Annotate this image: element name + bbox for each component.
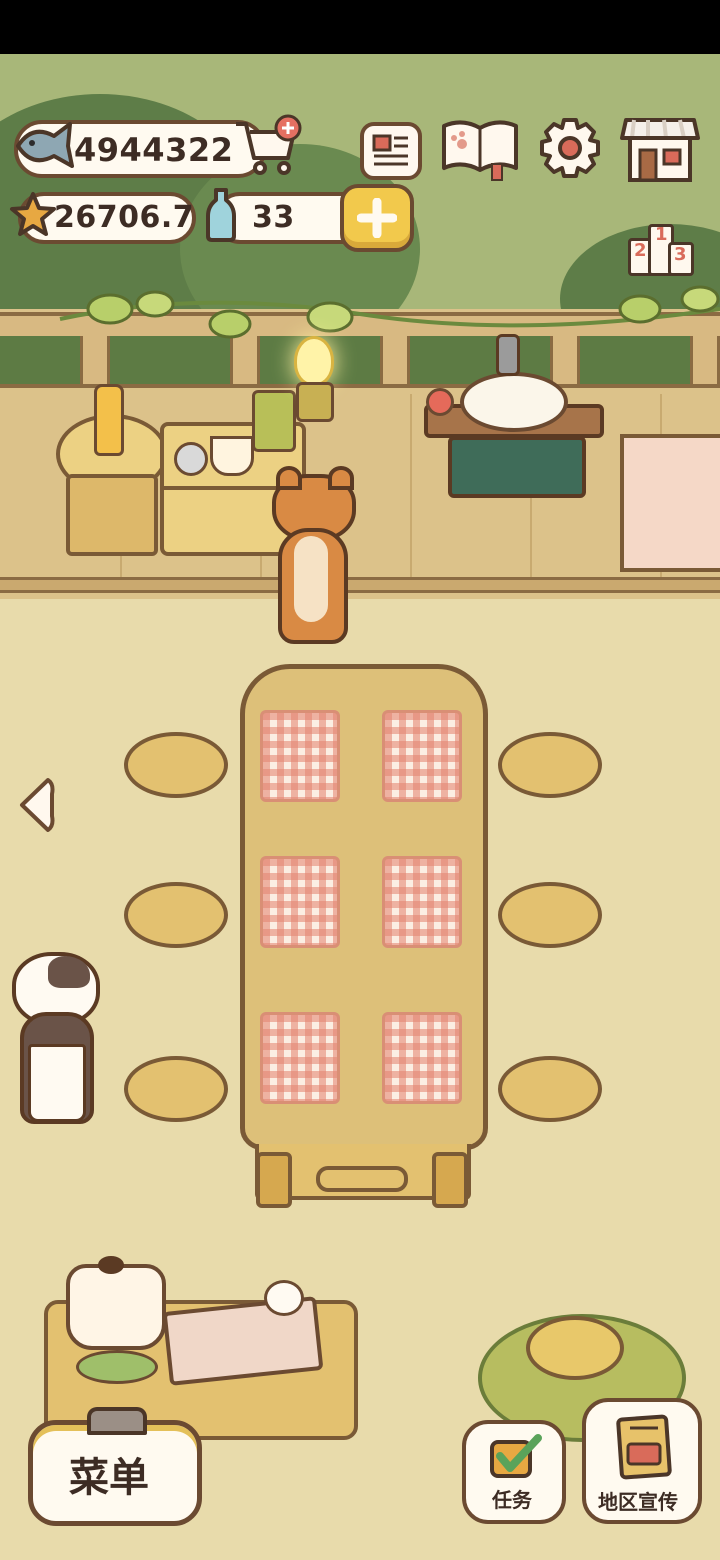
sink-counter[interactable] bbox=[424, 334, 604, 498]
stool[interactable] bbox=[498, 732, 602, 798]
oil-bottle bbox=[94, 384, 124, 456]
back-arrow-button[interactable] bbox=[16, 776, 56, 834]
fish-currency-value: 4944322 bbox=[74, 131, 234, 169]
ranking-podium-icon: 2 1 3 bbox=[626, 220, 694, 276]
tasks-button[interactable]: 任务 bbox=[462, 1420, 566, 1524]
placemat bbox=[382, 710, 462, 802]
stool[interactable] bbox=[124, 1056, 228, 1122]
teapot bbox=[264, 1280, 304, 1316]
gear-icon bbox=[540, 118, 600, 178]
star-icon bbox=[10, 192, 56, 236]
lamp-glow bbox=[294, 336, 334, 386]
tiger-ear-left bbox=[276, 466, 302, 490]
promotion-button-label: 地区宣传 bbox=[598, 1490, 678, 1514]
placemat bbox=[382, 856, 462, 948]
game-scene: 4944322 26706.7 33 2 1 3 菜单 任务 地区宣传 bbox=[0, 54, 720, 1560]
menu-button[interactable]: 菜单 bbox=[28, 1407, 202, 1526]
cat-apron bbox=[28, 1044, 86, 1122]
newspaper-icon bbox=[372, 134, 408, 166]
promotion-poster-icon bbox=[616, 1414, 672, 1480]
newspaper-button[interactable] bbox=[360, 122, 422, 180]
star-currency-value: 26706.7 bbox=[54, 200, 195, 235]
plank-line bbox=[410, 394, 412, 579]
promotion-button[interactable]: 地区宣传 bbox=[582, 1398, 702, 1524]
settings-button[interactable] bbox=[538, 116, 602, 180]
cooking-pot bbox=[66, 1264, 166, 1350]
ranking-button[interactable]: 2 1 3 bbox=[626, 220, 694, 276]
sink-basin bbox=[460, 372, 568, 432]
round-side-table[interactable] bbox=[56, 384, 168, 556]
stool[interactable] bbox=[498, 882, 602, 948]
table-leg-right bbox=[432, 1152, 468, 1208]
placemat bbox=[260, 710, 340, 802]
rank-second-label: 2 bbox=[634, 240, 647, 261]
doorway[interactable] bbox=[620, 434, 720, 572]
placemat bbox=[382, 1012, 462, 1104]
stool[interactable] bbox=[498, 1056, 602, 1122]
side-table-body bbox=[66, 474, 158, 556]
rank-first-label: 1 bbox=[655, 224, 668, 245]
tiger-waiter-character[interactable] bbox=[268, 466, 358, 644]
clipboard-clip bbox=[87, 1407, 147, 1435]
placemat bbox=[260, 856, 340, 948]
menu-button-label: 菜单 bbox=[69, 1455, 149, 1501]
wall-base bbox=[0, 577, 720, 593]
oil-lamp bbox=[290, 336, 334, 422]
tiger-belly bbox=[294, 536, 328, 622]
stool[interactable] bbox=[124, 882, 228, 948]
left-arrow-icon bbox=[20, 778, 55, 832]
shop-button[interactable] bbox=[620, 114, 700, 186]
add-currency-button[interactable] bbox=[340, 184, 414, 252]
bottle-currency-value: 33 bbox=[252, 200, 295, 235]
plus-icon bbox=[357, 198, 397, 238]
shop-cart-button[interactable] bbox=[232, 114, 304, 180]
rank-third-label: 3 bbox=[674, 244, 687, 265]
fish-icon bbox=[16, 122, 74, 168]
placemat bbox=[260, 1012, 340, 1104]
recipe-book-icon bbox=[442, 120, 518, 181]
task-checklist-icon bbox=[490, 1434, 542, 1478]
bowl-stack bbox=[210, 436, 254, 476]
table-leg-left bbox=[256, 1152, 292, 1208]
calico-cat-character[interactable] bbox=[12, 942, 112, 1132]
shop-cart-icon bbox=[236, 114, 302, 175]
faucet bbox=[496, 334, 520, 376]
dango-plate bbox=[76, 1350, 158, 1384]
recipe-book-button[interactable] bbox=[440, 116, 520, 182]
lamp-base bbox=[296, 382, 334, 422]
vine-decoration bbox=[59, 285, 720, 339]
bottle-icon bbox=[206, 188, 236, 242]
shop-icon bbox=[620, 118, 700, 182]
tasks-button-label: 任务 bbox=[492, 1488, 532, 1512]
table-drawer bbox=[316, 1166, 408, 1192]
tiger-ear-right bbox=[328, 466, 354, 490]
counter-drawer bbox=[448, 436, 586, 498]
pot-lid-knob bbox=[98, 1256, 124, 1274]
apple bbox=[426, 388, 454, 416]
stool[interactable] bbox=[124, 732, 228, 798]
ladle bbox=[174, 442, 208, 476]
straw-nest[interactable] bbox=[526, 1316, 624, 1380]
